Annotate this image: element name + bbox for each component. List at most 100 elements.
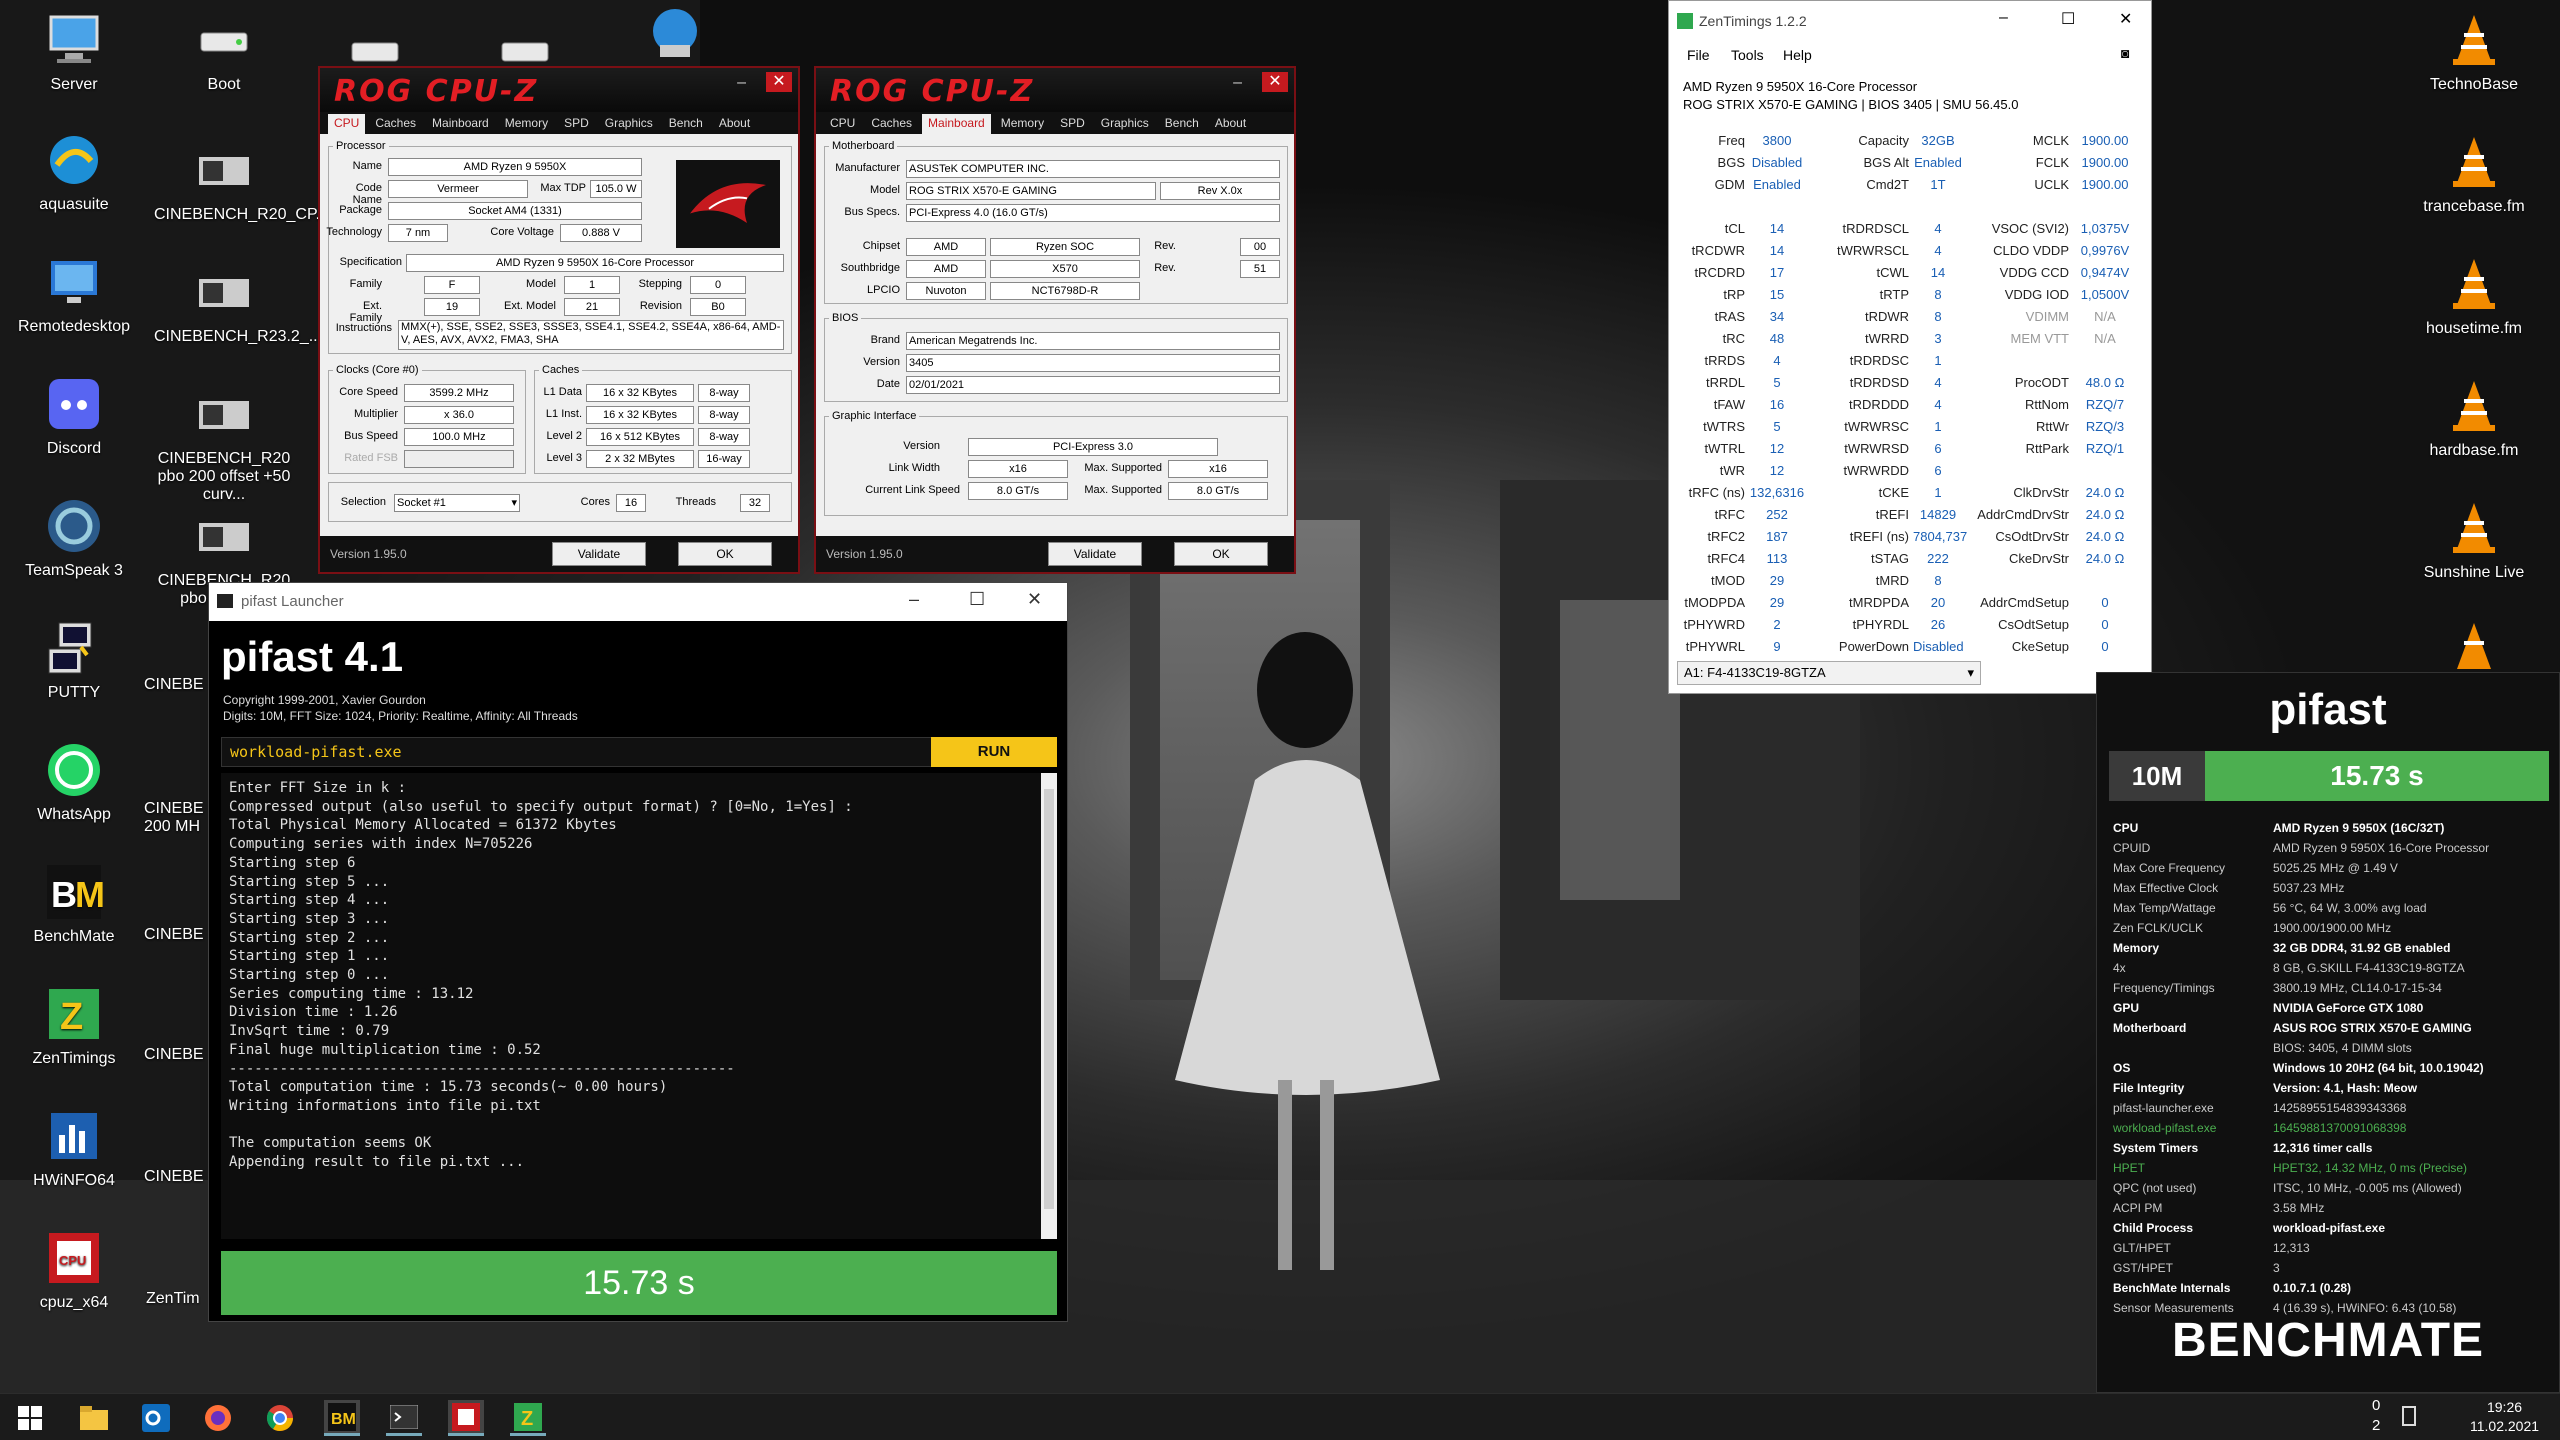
zen-titlebar[interactable]: ZenTimings 1.2.2 – ☐ ✕ <box>1669 1 2151 41</box>
tab-about[interactable]: About <box>713 114 756 134</box>
cpuz-titlebar[interactable]: ROG CPU-Z – ✕ <box>816 68 1294 112</box>
taskbar-firefox[interactable] <box>200 1400 236 1436</box>
tab-spd[interactable]: SPD <box>558 114 595 134</box>
bm-detail-value: AMD Ryzen 9 5950X (16C/32T) <box>2273 821 2445 835</box>
desktop-icon-cinebench-2[interactable]: CINEBENCH_R23.2_... <box>154 262 323 346</box>
tab-bench[interactable]: Bench <box>663 114 709 134</box>
tab-about[interactable]: About <box>1209 114 1252 134</box>
lpcio-label: LPCIO <box>866 284 900 296</box>
desktop-icon-remotedesktop[interactable]: Remotedesktop <box>4 252 144 336</box>
desktop-icon-hwinfo[interactable]: HWiNFO64 <box>4 1106 144 1190</box>
tab-memory[interactable]: Memory <box>499 114 554 134</box>
desktop-icon-zentim-shot[interactable]: ZenTim <box>146 1290 216 1308</box>
close-icon[interactable]: ✕ <box>1027 589 1042 610</box>
close-icon[interactable]: ✕ <box>2119 9 2132 29</box>
ok-button[interactable]: OK <box>678 542 772 566</box>
desktop-icon-benchmate[interactable]: B M BenchMate <box>4 862 144 946</box>
taskbar-console[interactable] <box>386 1400 422 1436</box>
menu-tools[interactable]: Tools <box>1731 47 1764 63</box>
scrollbar[interactable] <box>1041 773 1057 1239</box>
workload-field[interactable]: workload-pifast.exe <box>221 737 935 767</box>
desktop-icon-teamspeak[interactable]: TeamSpeak 3 <box>4 496 144 580</box>
timing-label: tRC <box>1722 331 1745 346</box>
taskbar-outlook[interactable] <box>138 1400 174 1436</box>
camera-icon[interactable]: ◙ <box>2121 45 2129 61</box>
timing-value: N/A <box>2094 331 2116 346</box>
desktop-icon-network[interactable] <box>640 4 710 70</box>
minimize-icon[interactable]: – <box>737 74 746 92</box>
taskbar-cpuz[interactable] <box>448 1400 484 1436</box>
tab-bench[interactable]: Bench <box>1159 114 1205 134</box>
desktop-icon-sunshine[interactable]: Sunshine Live <box>2404 498 2544 582</box>
group-legend: Processor <box>336 140 386 152</box>
vlc-icon <box>2444 376 2504 436</box>
ok-button[interactable]: OK <box>1174 542 1268 566</box>
close-icon[interactable]: ✕ <box>766 72 792 92</box>
taskbar-chrome[interactable] <box>262 1400 298 1436</box>
dimm-select[interactable]: A1: F4-4133C19-8GTZA ▾ <box>1677 661 1981 685</box>
desktop-icon-cpuz[interactable]: CPU cpuz_x64 <box>4 1228 144 1312</box>
maximize-icon[interactable]: ☐ <box>969 589 985 610</box>
tab-graphics[interactable]: Graphics <box>1095 114 1155 134</box>
timing-label: tCKE <box>1878 485 1909 500</box>
tab-caches[interactable]: Caches <box>865 114 918 134</box>
desktop-icon-boot[interactable]: Boot <box>154 10 294 94</box>
tab-cpu[interactable]: CPU <box>328 114 366 134</box>
validate-button[interactable]: Validate <box>552 542 646 566</box>
tab-memory[interactable]: Memory <box>995 114 1050 134</box>
console-line: Writing informations into file pi.txt <box>229 1097 541 1114</box>
rog-cpuz-logo: ROG CPU-Z <box>334 74 539 109</box>
cpuz-titlebar[interactable]: ROG CPU-Z – ✕ <box>320 68 798 112</box>
launcher-titlebar[interactable]: pifast Launcher – ☐ ✕ <box>209 583 1067 621</box>
cpuz-tabs: CPU Caches Mainboard Memory SPD Graphics… <box>816 112 1294 134</box>
desktop-icon-technobase[interactable]: TechnoBase <box>2404 10 2544 94</box>
validate-button[interactable]: Validate <box>1048 542 1142 566</box>
maximize-icon[interactable]: ☐ <box>2061 9 2075 29</box>
desktop-icon-label: hardbase.fm <box>2429 442 2519 459</box>
tab-caches[interactable]: Caches <box>369 114 422 134</box>
screenshot-icon <box>194 384 254 444</box>
menu-help[interactable]: Help <box>1783 47 1812 63</box>
linkwidth-label: Link Width <box>888 462 940 474</box>
desktop-icon-label: CINEBENCH_R23.2_... <box>154 328 323 345</box>
clock[interactable]: 19:26 11.02.2021 <box>2470 1398 2539 1436</box>
tab-cpu[interactable]: CPU <box>824 114 861 134</box>
close-icon[interactable]: ✕ <box>1262 72 1288 92</box>
scrollbar-thumb[interactable] <box>1044 789 1054 1209</box>
desktop-icon-housetime[interactable]: housetime.fm <box>2404 254 2544 338</box>
device-icon <box>2402 1406 2416 1426</box>
desktop-icon-trancebase[interactable]: trancebase.fm <box>2404 132 2544 216</box>
zen-menubar: File Tools Help ◙ <box>1669 43 2151 67</box>
desktop-icon-cinebench-1[interactable]: CINEBENCH_R20_CP... <box>154 140 329 224</box>
tab-graphics[interactable]: Graphics <box>599 114 659 134</box>
desktop-icon-discord[interactable]: Discord <box>4 374 144 458</box>
notification-counter[interactable]: 02 <box>2372 1396 2380 1436</box>
timing-value: 4 <box>1934 243 1942 258</box>
tab-mainboard[interactable]: Mainboard <box>426 114 495 134</box>
desktop-icon-hardbase[interactable]: hardbase.fm <box>2404 376 2544 460</box>
desktop-icon-cinebench-3[interactable]: CINEBENCH_R20 pbo 200 offset +50 curv... <box>154 384 294 504</box>
menu-file[interactable]: File <box>1687 47 1710 63</box>
timing-label: CsOdtDrvStr <box>1995 529 2069 544</box>
tab-spd[interactable]: SPD <box>1054 114 1091 134</box>
minimize-icon[interactable]: – <box>1233 74 1242 92</box>
minimize-icon[interactable]: – <box>1999 9 2008 27</box>
taskbar-benchmate[interactable]: BM <box>324 1400 360 1436</box>
socket-select[interactable]: Socket #1 ▾ <box>394 494 520 512</box>
desktop-icon-putty[interactable]: PUTTY <box>4 618 144 702</box>
minimize-icon[interactable]: – <box>909 589 919 610</box>
desktop-icon-whatsapp[interactable]: WhatsApp <box>4 740 144 824</box>
timing-value: 14 <box>1769 243 1785 258</box>
timing-label: tRCDRD <box>1694 265 1745 280</box>
bm-detail-key: System Timers <box>2113 1141 2199 1155</box>
taskbar-explorer[interactable] <box>76 1400 112 1436</box>
timing-label: CkeDrvStr <box>2009 551 2069 566</box>
run-button[interactable]: RUN <box>931 737 1057 767</box>
taskbar-zentimings[interactable]: Z <box>510 1400 546 1436</box>
start-button[interactable] <box>12 1400 48 1436</box>
desktop-icon-server[interactable]: Server <box>4 10 144 94</box>
desktop-icon-label: trancebase.fm <box>2423 198 2525 215</box>
desktop-icon-zentimings[interactable]: Z ZenTimings <box>4 984 144 1068</box>
tab-mainboard[interactable]: Mainboard <box>922 114 991 134</box>
desktop-icon-aquasuite[interactable]: aquasuite <box>4 130 144 214</box>
